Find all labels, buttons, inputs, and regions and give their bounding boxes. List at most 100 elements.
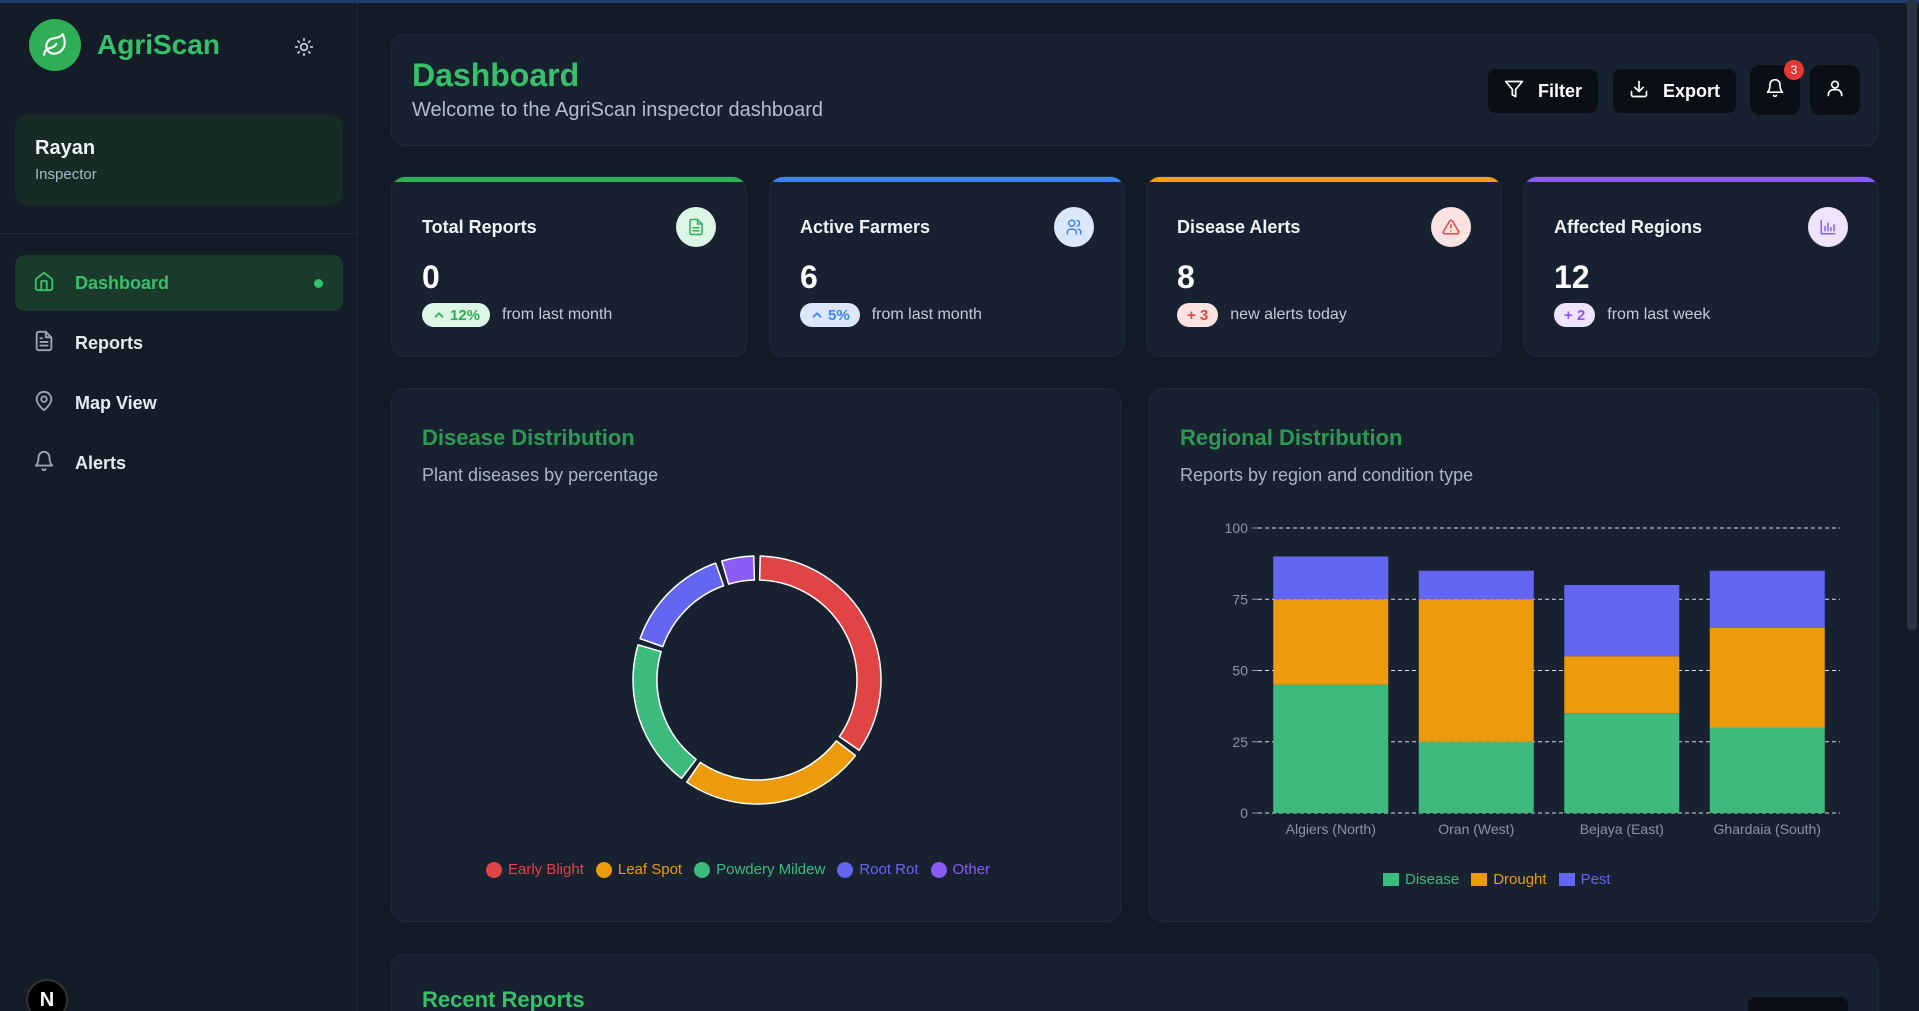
sidebar-item-label: Map View [75,392,157,413]
stat-card-total-reports[interactable]: Total Reports 0 12% from last month [391,176,747,357]
active-indicator [314,279,323,288]
legend-swatch [1558,873,1575,886]
theme-toggle-sun-icon[interactable] [292,35,316,59]
app-name: AgriScan [97,29,220,60]
x-tick-label: Algiers (North) [1286,821,1376,837]
legend-item[interactable]: Early Blight [486,861,584,878]
stat-card-active-farmers[interactable]: Active Farmers 6 5% from last month [769,176,1125,357]
nextjs-dev-badge[interactable]: N [26,979,68,1011]
user-name: Rayan [35,137,96,159]
alert-triangle-icon [1431,207,1471,247]
stat-card-affected-regions[interactable]: Affected Regions 12 + 2 from last week [1523,176,1879,357]
bar-segment-drought[interactable] [1273,599,1389,685]
bar-segment-disease[interactable] [1418,741,1534,813]
bar-segment-disease[interactable] [1564,713,1680,813]
brand[interactable]: AgriScan [29,19,220,71]
stat-value: 8 [1177,259,1195,295]
user-role: Inspector [35,166,97,183]
donut-slice-powdery-mildew[interactable] [632,644,697,780]
y-tick-label: 100 [1225,520,1249,536]
donut-slice-leaf-spot[interactable] [686,740,857,805]
donut-chart [632,555,882,805]
legend-label: Other [952,861,991,878]
bar-segment-pest[interactable] [1709,570,1825,628]
legend-item[interactable]: Root Rot [837,861,919,878]
notifications-button[interactable]: 3 [1750,60,1804,115]
stat-value: 0 [422,259,440,295]
legend-label: Root Rot [859,861,919,878]
stat-note: from last week [1607,306,1711,323]
legend-swatch [837,861,854,878]
bar-legend: Disease Drought Pest [1383,871,1623,888]
sidebar: AgriScan Rayan Inspector Dashboard Repor… [0,3,358,1011]
change-badge: 12% [422,303,491,327]
stat-card-disease-alerts[interactable]: Disease Alerts 8 + 3 new alerts today [1146,176,1502,357]
bar-segment-drought[interactable] [1709,627,1825,728]
bar-segment-drought[interactable] [1418,599,1534,742]
user-profile-button[interactable] [1810,65,1860,115]
page-subtitle: Welcome to the AgriScan inspector dashbo… [412,99,823,121]
arrow-up-icon [434,312,444,318]
disease-distribution-panel: Disease Distribution Plant diseases by p… [391,388,1121,922]
x-tick-label: Bejaya (East) [1580,821,1664,837]
y-tick-label: 75 [1232,591,1248,607]
bar-segment-disease[interactable] [1709,727,1825,814]
legend-item[interactable]: Disease [1383,871,1459,888]
recent-reports-panel: Recent Reports [391,954,1879,1011]
donut-slice-other[interactable] [721,555,756,585]
bar-segment-pest[interactable] [1564,585,1680,657]
y-tick-label: 25 [1232,734,1248,750]
sidebar-item-map-view[interactable]: Map View [15,375,343,431]
notification-count-badge: 3 [1784,60,1804,80]
page-scrollbar[interactable] [1907,0,1917,630]
change-badge: + 3 [1177,303,1219,327]
stat-accent-bar [1147,177,1501,182]
sidebar-item-dashboard[interactable]: Dashboard [15,255,343,311]
file-icon [33,330,55,357]
bar-segment-disease[interactable] [1273,684,1389,813]
sidebar-nav: Dashboard Reports Map View Alerts [15,255,343,495]
stat-note: new alerts today [1230,306,1347,323]
home-icon [33,270,55,297]
legend-label: Leaf Spot [617,861,683,878]
download-icon [1629,79,1649,104]
legend-item[interactable]: Leaf Spot [595,861,683,878]
legend-label: Powdery Mildew [716,861,826,878]
stat-value: 6 [800,259,818,295]
legend-item[interactable]: Drought [1471,871,1547,888]
bar-segment-pest[interactable] [1273,556,1389,600]
export-button[interactable]: Export [1613,69,1737,113]
sidebar-item-reports[interactable]: Reports [15,315,343,371]
bar-segment-drought[interactable] [1564,656,1680,714]
bell-icon [1765,78,1785,103]
stat-accent-bar [770,177,1124,182]
bar-segment-pest[interactable] [1418,570,1534,600]
stat-title: Affected Regions [1554,217,1703,237]
x-tick-label: Oran (West) [1438,821,1514,837]
y-tick-label: 0 [1240,805,1248,821]
legend-item[interactable]: Pest [1558,871,1611,888]
legend-swatch [694,861,711,878]
page-header: Dashboard Welcome to the AgriScan inspec… [391,34,1879,146]
legend-item[interactable]: Powdery Mildew [694,861,825,878]
arrow-up-icon [812,312,822,318]
filter-button[interactable]: Filter [1488,69,1599,113]
stat-note: from last month [871,306,982,323]
change-value: + 3 [1187,306,1209,324]
legend-swatch [930,861,947,878]
stacked-bar-chart: 0 25 50 75 100 Algiers (North) Oran (West) Beja… [1225,520,1840,837]
donut-slice-root-rot[interactable] [639,562,725,648]
recent-reports-action-button[interactable] [1748,997,1848,1011]
x-tick-label: Ghardaia (South) [1714,821,1821,837]
user-card[interactable]: Rayan Inspector [15,115,343,205]
legend-swatch [1471,873,1488,886]
stat-title: Disease Alerts [1177,217,1301,237]
donut-slice-early-blight[interactable] [758,555,882,751]
bell-icon [33,450,55,477]
sidebar-item-alerts[interactable]: Alerts [15,435,343,491]
sidebar-item-label: Alerts [75,452,127,473]
legend-item[interactable]: Other [930,861,991,878]
legend-label: Pest [1580,871,1611,888]
legend-label: Early Blight [508,861,584,878]
change-value: + 2 [1564,306,1586,324]
